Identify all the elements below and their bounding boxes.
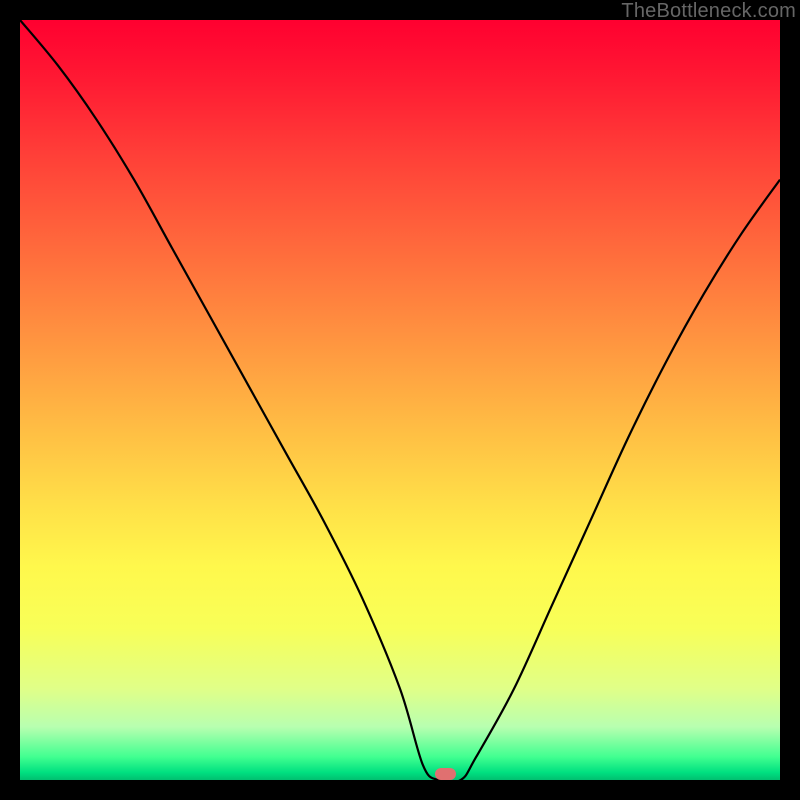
curve-path: [20, 20, 780, 780]
chart-frame: TheBottleneck.com: [0, 0, 800, 800]
watermark-text: TheBottleneck.com: [621, 0, 796, 23]
bottleneck-curve: [20, 20, 780, 780]
plot-background: [20, 20, 780, 780]
optimum-marker: [435, 768, 456, 780]
